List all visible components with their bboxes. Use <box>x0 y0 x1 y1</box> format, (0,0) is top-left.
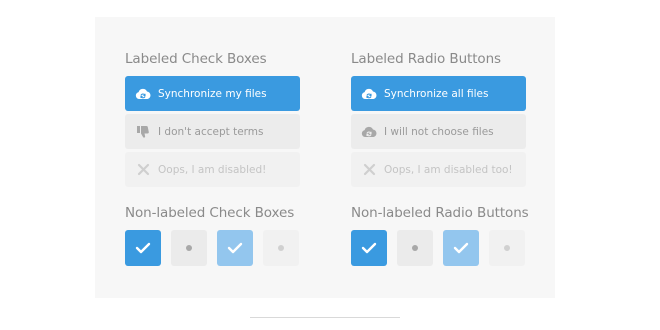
dot-icon <box>278 245 284 251</box>
thumbs-down-icon <box>135 124 151 140</box>
cloud-sync-icon <box>361 124 377 140</box>
labeled-checkboxes-heading: Labeled Check Boxes <box>125 51 267 67</box>
radio-unchecked-disabled <box>489 230 525 266</box>
demo-panel: Labeled Check Boxes Synchronize my files… <box>95 17 555 298</box>
radio-disabled: Oops, I am disabled too! <box>351 152 526 187</box>
cloud-sync-icon <box>361 86 377 102</box>
radio-label: Synchronize all files <box>384 87 489 100</box>
labeled-radios-heading: Labeled Radio Buttons <box>351 51 501 67</box>
checkbox-label: Synchronize my files <box>158 87 267 100</box>
radio-label: I will not choose files <box>384 125 494 138</box>
radio-unchecked[interactable] <box>397 230 433 266</box>
radio-label: Oops, I am disabled too! <box>384 163 513 176</box>
checkbox-disabled: Oops, I am disabled! <box>125 152 300 187</box>
checkmark-icon <box>135 242 151 254</box>
radio-synchronize-all-files[interactable]: Synchronize all files <box>351 76 526 111</box>
checkbox-label: Oops, I am disabled! <box>158 163 267 176</box>
nonlabeled-radios-heading: Non-labeled Radio Buttons <box>351 205 529 221</box>
divider <box>250 317 400 318</box>
nonlabeled-checkboxes-heading: Non-labeled Check Boxes <box>125 205 295 221</box>
close-icon <box>135 162 151 178</box>
radio-will-not-choose-files[interactable]: I will not choose files <box>351 114 526 149</box>
checkbox-synchronize-my-files[interactable]: Synchronize my files <box>125 76 300 111</box>
checkbox-unchecked[interactable] <box>171 230 207 266</box>
checkmark-icon <box>453 242 469 254</box>
dot-icon <box>412 245 418 251</box>
dot-icon <box>186 245 192 251</box>
checkbox-label: I don't accept terms <box>158 125 264 138</box>
cloud-sync-icon <box>135 86 151 102</box>
checkbox-checked-disabled <box>217 230 253 266</box>
dot-icon <box>504 245 510 251</box>
radio-checked[interactable] <box>351 230 387 266</box>
radio-checked-disabled <box>443 230 479 266</box>
checkbox-checked[interactable] <box>125 230 161 266</box>
close-icon <box>361 162 377 178</box>
checkbox-unchecked-disabled <box>263 230 299 266</box>
checkmark-icon <box>227 242 243 254</box>
checkbox-dont-accept-terms[interactable]: I don't accept terms <box>125 114 300 149</box>
checkmark-icon <box>361 242 377 254</box>
